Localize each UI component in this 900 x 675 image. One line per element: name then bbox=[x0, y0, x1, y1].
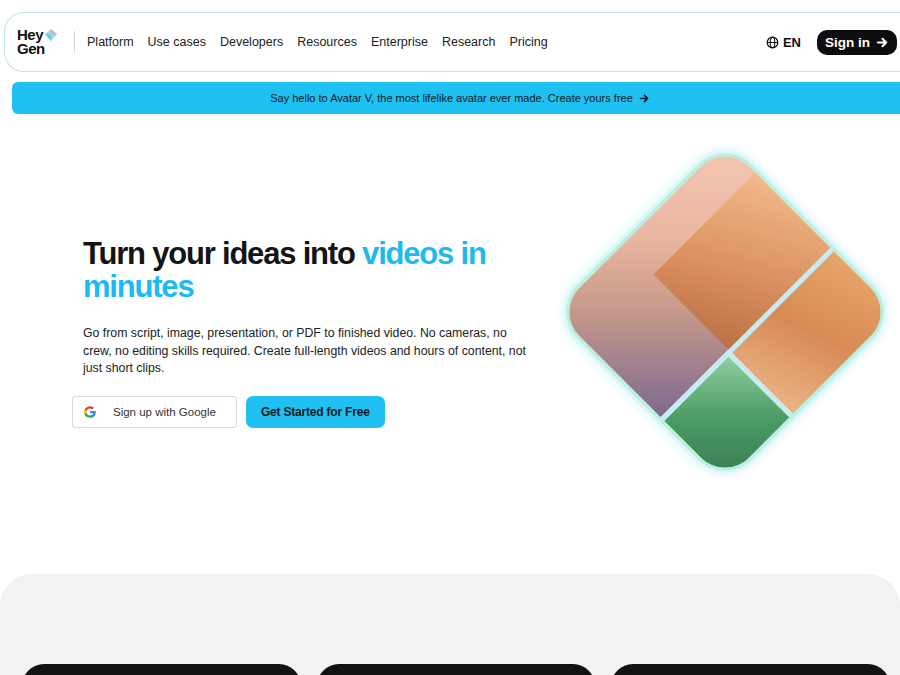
logo-text[interactable]: Gen bbox=[17, 42, 58, 56]
announcement-banner[interactable]: Say hello to Avatar V, the most lifelike… bbox=[12, 82, 900, 114]
google-button-label[interactable]: Sign up with Google bbox=[113, 406, 216, 418]
sign-in-label[interactable]: Sign in bbox=[825, 35, 870, 50]
globe-icon bbox=[766, 36, 779, 49]
arrow-right-icon bbox=[876, 36, 889, 49]
nav-menu: Platform Use cases Developers Resources Ente… bbox=[87, 35, 548, 49]
google-icon bbox=[83, 405, 97, 419]
logo[interactable]: HeyGen bbox=[17, 28, 68, 57]
features-section bbox=[0, 574, 900, 675]
hero-description: Go from script, image, presentation, or … bbox=[83, 325, 538, 377]
hero-title: Turn your ideas into videos in minutes bbox=[83, 238, 553, 303]
sign-in-button[interactable]: Sign in bbox=[817, 30, 897, 55]
feature-card[interactable] bbox=[611, 664, 890, 675]
banner-text[interactable]: Say hello to Avatar V, the most lifelike… bbox=[270, 92, 633, 104]
arrow-right-icon bbox=[639, 93, 650, 104]
google-signup-button[interactable]: Sign up with Google bbox=[72, 396, 237, 428]
language-selector[interactable]: EN bbox=[766, 35, 801, 50]
hero-section: Turn your ideas into videos in minutes Go… bbox=[0, 114, 900, 574]
header: HeyGen Platform Use cases Developers Resourc… bbox=[0, 0, 900, 114]
nav-divider bbox=[74, 31, 75, 53]
nav-item[interactable]: Resources bbox=[297, 35, 357, 49]
nav-item[interactable]: Developers bbox=[220, 35, 283, 49]
hero-avatar-collage bbox=[553, 142, 898, 482]
hero-title-text: Turn your ideas into bbox=[83, 236, 362, 271]
nav-bar: HeyGen Platform Use cases Developers Resourc… bbox=[4, 12, 900, 72]
nav-item[interactable]: Platform bbox=[87, 35, 134, 49]
avatar-image bbox=[555, 142, 894, 481]
logo-gem-icon bbox=[44, 28, 58, 42]
get-started-button[interactable]: Get Started for Free bbox=[246, 396, 385, 428]
logo-text[interactable]: Hey bbox=[17, 28, 43, 42]
feature-card[interactable] bbox=[22, 664, 301, 675]
nav-item[interactable]: Pricing bbox=[509, 35, 547, 49]
nav-item[interactable]: Use cases bbox=[148, 35, 206, 49]
nav-item[interactable]: Enterprise bbox=[371, 35, 428, 49]
feature-card[interactable] bbox=[317, 664, 596, 675]
nav-item[interactable]: Research bbox=[442, 35, 496, 49]
language-label[interactable]: EN bbox=[783, 35, 801, 50]
